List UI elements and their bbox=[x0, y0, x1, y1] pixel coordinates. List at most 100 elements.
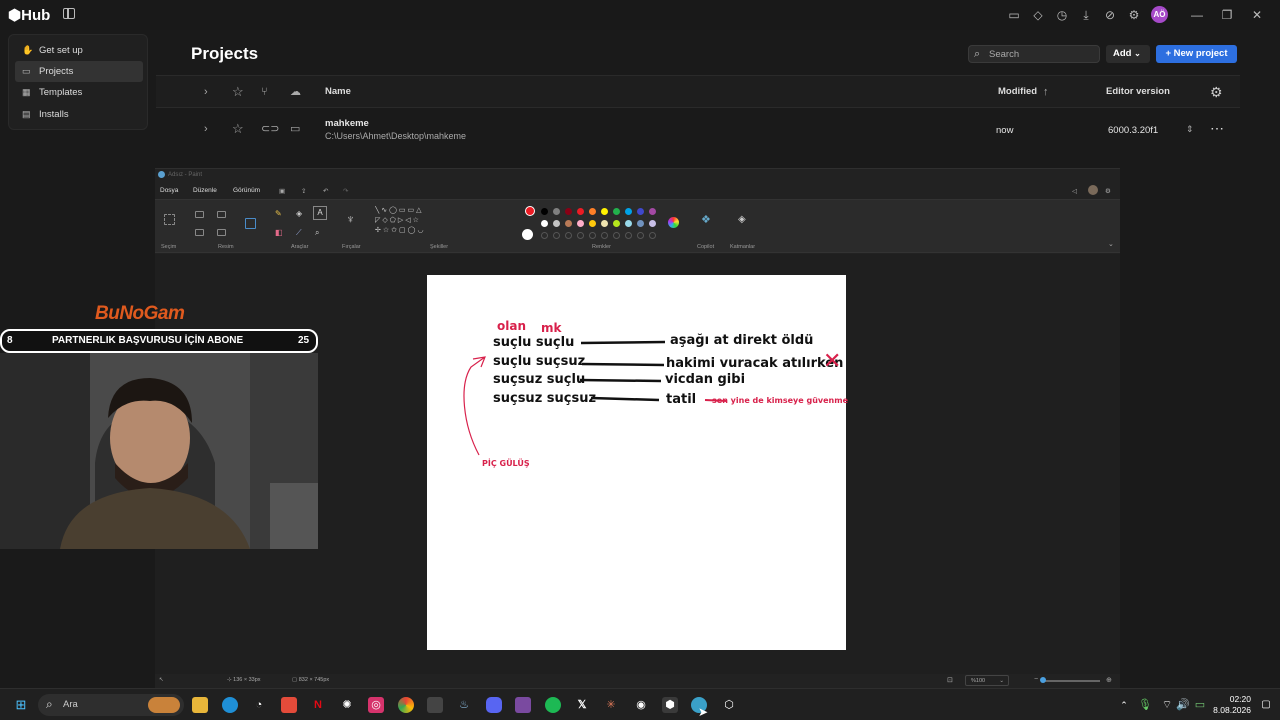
close-icon[interactable]: ✕ bbox=[1249, 7, 1265, 23]
zoom-slider[interactable] bbox=[1042, 680, 1100, 682]
discord-icon[interactable] bbox=[486, 697, 502, 713]
menu-gorunum[interactable]: Görünüm bbox=[233, 187, 260, 194]
zoom-slider-thumb[interactable] bbox=[1040, 677, 1046, 683]
color-swatch[interactable] bbox=[589, 208, 596, 215]
link-icon[interactable]: ⊂⊃ bbox=[261, 113, 279, 145]
drawing-canvas[interactable]: olan mk suçlu suçlu aşağı at direkt öldü… bbox=[427, 275, 848, 650]
github-icon[interactable]: ◉ bbox=[633, 697, 649, 713]
fill-bucket-icon[interactable]: ◈ bbox=[296, 209, 302, 218]
shapes-gallery-icon[interactable]: ╲∿◯▭▭△ ◸◇⬠▷◁☆ ✢☆✩▢◯◡ bbox=[375, 206, 453, 240]
color-swatch[interactable] bbox=[565, 208, 572, 215]
color-swatch[interactable] bbox=[577, 220, 584, 227]
color-swatch[interactable] bbox=[589, 232, 596, 239]
paint-settings-icon[interactable]: ⚙ bbox=[1105, 187, 1111, 195]
wifi-icon[interactable]: ⌔ bbox=[1159, 697, 1175, 713]
secondary-color-swatch[interactable] bbox=[522, 229, 533, 240]
color-swatch[interactable] bbox=[553, 220, 560, 227]
sidebar-item-templates[interactable]: ▦ Templates bbox=[15, 82, 143, 103]
sidebar-toggle-icon[interactable] bbox=[63, 8, 75, 19]
color-swatch[interactable] bbox=[637, 208, 644, 215]
column-name[interactable]: Name bbox=[325, 76, 351, 108]
edit-colors-icon[interactable] bbox=[668, 217, 679, 228]
zoom-out-icon[interactable]: − bbox=[1034, 676, 1038, 683]
sidebar-item-get-set-up[interactable]: ✋ Get set up bbox=[15, 40, 143, 61]
battery-icon[interactable]: ▭ bbox=[1192, 697, 1208, 713]
unity-icon[interactable]: ⬢ bbox=[662, 697, 678, 713]
color-swatch[interactable] bbox=[541, 220, 548, 227]
color-swatch[interactable] bbox=[601, 208, 608, 215]
sort-arrow-up-icon[interactable]: ↑ bbox=[1043, 76, 1049, 108]
save-icon[interactable]: ▣ bbox=[279, 187, 285, 195]
column-editor-version[interactable]: Editor version bbox=[1106, 76, 1170, 108]
color-swatch[interactable] bbox=[649, 232, 656, 239]
minimize-icon[interactable]: — bbox=[1189, 7, 1205, 23]
device-icon[interactable]: ▭ bbox=[290, 113, 300, 145]
chevron-down-icon[interactable]: ⌄ bbox=[1108, 240, 1114, 248]
primary-color-swatch[interactable] bbox=[525, 206, 535, 216]
fit-to-window-icon[interactable]: ⊡ bbox=[947, 676, 953, 684]
resize-icon[interactable] bbox=[217, 211, 226, 218]
spotify-icon[interactable] bbox=[545, 697, 561, 713]
color-swatch[interactable] bbox=[649, 220, 656, 227]
sidebar-item-projects[interactable]: ▭ Projects bbox=[15, 61, 143, 82]
speaker-icon[interactable]: 🔊 bbox=[1175, 697, 1191, 713]
chevron-up-icon[interactable]: ⌃ bbox=[1116, 697, 1132, 713]
color-swatch[interactable] bbox=[625, 220, 632, 227]
project-name[interactable]: mahkeme bbox=[325, 118, 369, 129]
color-swatch[interactable] bbox=[541, 232, 548, 239]
column-modified[interactable]: Modified bbox=[998, 76, 1037, 108]
color-swatch[interactable] bbox=[613, 232, 620, 239]
redo-icon[interactable]: ↷ bbox=[343, 187, 348, 195]
taskbar-date[interactable]: 8.08.2026 bbox=[1210, 705, 1251, 715]
menu-duzenle[interactable]: Düzenle bbox=[193, 187, 217, 194]
undo-icon[interactable]: ↶ bbox=[323, 187, 328, 195]
account-avatar[interactable] bbox=[1088, 185, 1098, 195]
share-feedback-icon[interactable]: ◁ bbox=[1072, 187, 1077, 195]
brush-icon[interactable]: ♆ bbox=[346, 212, 355, 226]
color-swatch[interactable] bbox=[601, 232, 608, 239]
settings-gear-icon[interactable]: ⚙ bbox=[1126, 7, 1142, 23]
cloud-icon[interactable]: ☁ bbox=[290, 76, 301, 108]
color-swatch[interactable] bbox=[565, 232, 572, 239]
taskbar-time[interactable]: 02:20 bbox=[1217, 694, 1251, 704]
color-picker-icon[interactable]: ⟋ bbox=[296, 228, 302, 238]
layers-icon[interactable]: ◈ bbox=[738, 214, 746, 225]
rotate-icon[interactable] bbox=[195, 229, 204, 236]
restore-icon[interactable]: ❐ bbox=[1219, 7, 1235, 23]
notification-off-icon[interactable]: ⊘ bbox=[1102, 7, 1118, 23]
color-swatch[interactable] bbox=[577, 208, 584, 215]
chatgpt-icon[interactable]: ✺ bbox=[339, 697, 355, 713]
steam-icon[interactable]: ♨ bbox=[456, 697, 472, 713]
eraser-icon[interactable]: ◧ bbox=[275, 228, 283, 237]
color-swatch[interactable] bbox=[613, 220, 620, 227]
taskbar-search[interactable]: ⌕ Ara bbox=[38, 694, 184, 716]
flip-icon[interactable] bbox=[217, 229, 226, 236]
zoom-select[interactable]: %100 ⌄ bbox=[965, 675, 1009, 686]
star-icon[interactable]: ☆ bbox=[232, 113, 244, 145]
microphone-icon[interactable]: 🎙 bbox=[1137, 697, 1153, 713]
claude-icon[interactable]: ✳ bbox=[603, 697, 619, 713]
color-swatch[interactable] bbox=[565, 220, 572, 227]
avatar[interactable]: AÖ bbox=[1151, 6, 1168, 23]
color-swatch[interactable] bbox=[613, 208, 620, 215]
menu-dosya[interactable]: Dosya bbox=[160, 187, 178, 194]
netflix-icon[interactable]: N bbox=[310, 697, 326, 713]
branch-icon[interactable]: ⑂ bbox=[261, 76, 268, 108]
unity-hub-icon[interactable]: ⬡ bbox=[721, 697, 737, 713]
color-swatch[interactable] bbox=[625, 208, 632, 215]
x-icon[interactable]: 𝕏 bbox=[574, 697, 590, 713]
magnifier-icon[interactable]: ⌕ bbox=[315, 228, 319, 238]
copilot-icon[interactable]: ❖ bbox=[701, 213, 711, 226]
color-swatch[interactable] bbox=[637, 232, 644, 239]
speedometer-icon[interactable]: ◔ bbox=[251, 697, 267, 713]
color-swatch[interactable] bbox=[601, 220, 608, 227]
color-swatch[interactable] bbox=[625, 232, 632, 239]
share-icon[interactable]: ⇪ bbox=[301, 187, 306, 195]
notifications-icon[interactable]: ▢ bbox=[1258, 697, 1274, 713]
crop-icon[interactable] bbox=[195, 211, 204, 218]
instagram-icon[interactable]: ◎ bbox=[368, 697, 384, 713]
selection-icon[interactable] bbox=[164, 214, 175, 225]
book-icon[interactable]: ▭ bbox=[1006, 7, 1022, 23]
color-swatch[interactable] bbox=[649, 208, 656, 215]
color-swatch[interactable] bbox=[577, 232, 584, 239]
